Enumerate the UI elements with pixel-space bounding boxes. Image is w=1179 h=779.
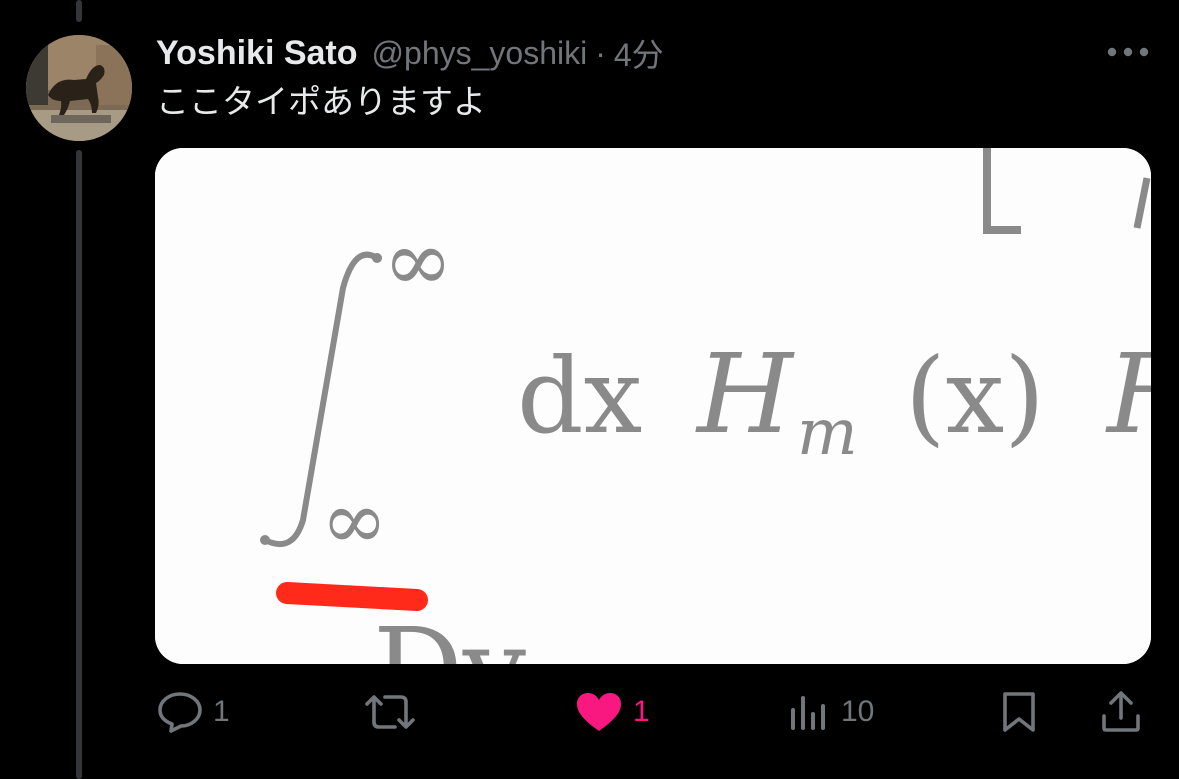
reply-count: 1 [213, 695, 230, 728]
more-options-button[interactable] [1105, 34, 1151, 70]
avatar-image [26, 35, 132, 141]
red-highlight-mark [276, 582, 428, 611]
formula-dx: dx [517, 335, 642, 457]
formula-image: ∞ ∞ dx H m (x) H Dv [155, 148, 1151, 664]
formula-trailing-h: H [1105, 330, 1151, 458]
tweet-header: Yoshiki Sato @phys_yoshiki · 4分 [156, 30, 1139, 76]
tweet-screen: Yoshiki Sato @phys_yoshiki · 4分 ここタイポありま… [0, 0, 1179, 779]
formula-dv: Dv [373, 605, 526, 664]
like-count: 1 [633, 695, 650, 728]
bookmark-icon [1003, 692, 1035, 732]
tweet-media-image[interactable]: ∞ ∞ dx H m (x) H Dv [155, 148, 1151, 664]
views-bar-chart-icon [791, 696, 825, 730]
author-handle[interactable]: @phys_yoshiki [372, 35, 588, 72]
integral-lower-limit: ∞ [321, 474, 388, 567]
dog-statue-avatar[interactable] [26, 35, 132, 141]
tweet-timestamp[interactable]: 4分 [614, 30, 664, 76]
formula-paren-x: (x) [905, 335, 1045, 457]
retweet-button[interactable] [363, 684, 427, 740]
reply-bubble-icon [158, 692, 202, 733]
like-button[interactable]: 1 [575, 684, 650, 740]
author-display-name[interactable]: Yoshiki Sato [156, 34, 358, 73]
tweet-text: ここタイポありますよ [156, 83, 486, 120]
more-dots-icon [1107, 47, 1149, 57]
formula-h: H [695, 330, 795, 458]
separator-dot: · [595, 34, 606, 71]
share-button[interactable] [1099, 684, 1143, 740]
formula-subscript-m: m [797, 396, 858, 470]
tweet-actions-bar: 1 1 10 [155, 684, 1151, 740]
share-upload-icon [1102, 691, 1140, 732]
bookmark-button[interactable] [999, 684, 1039, 740]
views-count: 10 [841, 695, 875, 728]
thread-line-bottom [76, 150, 82, 779]
integral-upper-limit: ∞ [383, 212, 453, 310]
reply-button[interactable]: 1 [157, 684, 230, 740]
heart-icon [577, 693, 621, 731]
thread-line-top [76, 0, 82, 22]
retweet-icon [365, 695, 415, 729]
views-button[interactable]: 10 [787, 684, 874, 740]
